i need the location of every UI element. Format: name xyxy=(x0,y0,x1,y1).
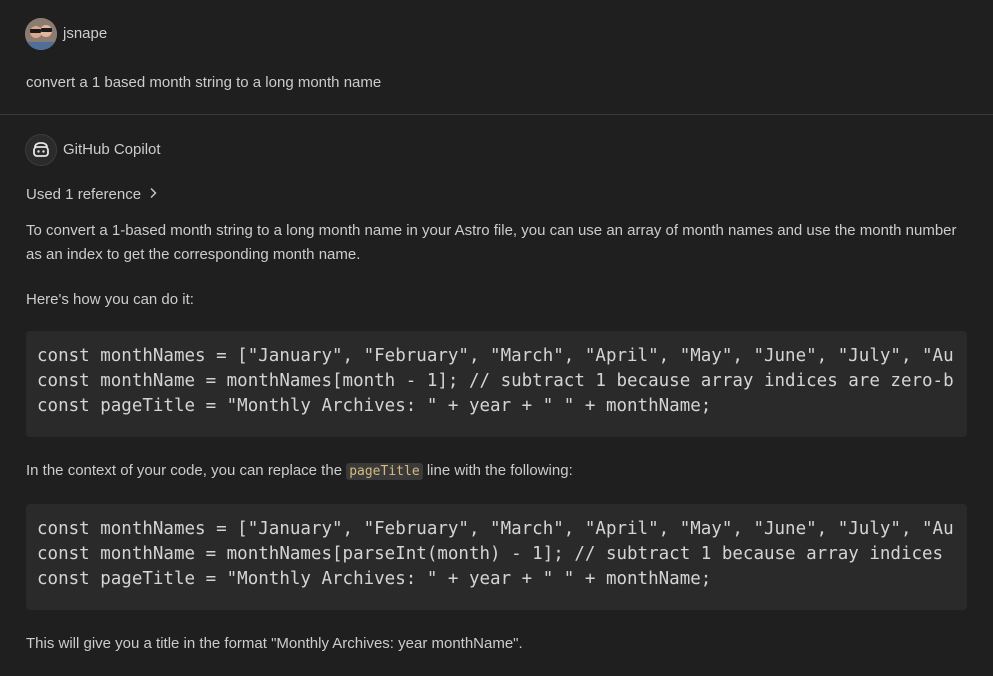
context-text-after: line with the following: xyxy=(422,462,573,479)
response-howto: Here's how you can do it: xyxy=(26,291,194,308)
code-line: const monthName = monthNames[month - 1];… xyxy=(37,371,954,391)
user-avatar xyxy=(25,18,57,50)
code-line: const monthName = monthNames[parseInt(mo… xyxy=(37,544,944,564)
code-line: const monthNames = ["January", "February… xyxy=(37,519,954,539)
chevron-right-icon xyxy=(147,186,159,203)
response-outro: This will give you a title in the format… xyxy=(26,635,523,652)
code-block-2[interactable]: const monthNames = ["January", "February… xyxy=(26,504,967,610)
code-block-1[interactable]: const monthNames = ["January", "February… xyxy=(26,331,967,437)
response-context: In the context of your code, you can rep… xyxy=(26,459,971,484)
context-text-before: In the context of your code, you can rep… xyxy=(26,462,347,479)
username: jsnape xyxy=(63,25,108,42)
user-prompt-text: convert a 1 based month string to a long… xyxy=(26,74,382,91)
code-line: const pageTitle = "Monthly Archives: " +… xyxy=(37,569,712,589)
references-toggle[interactable]: Used 1 reference xyxy=(26,186,159,203)
references-label: Used 1 reference xyxy=(26,186,142,203)
assistant-name: GitHub Copilot xyxy=(63,141,161,158)
copilot-icon xyxy=(25,134,57,166)
response-intro: To convert a 1-based month string to a l… xyxy=(26,222,957,263)
code-line: const monthNames = ["January", "February… xyxy=(37,346,954,366)
user-message-block: jsnape convert a 1 based month string to… xyxy=(0,0,993,115)
code-line: const pageTitle = "Monthly Archives: " +… xyxy=(37,396,712,416)
inline-code-pagetitle: pageTitle xyxy=(346,463,423,480)
